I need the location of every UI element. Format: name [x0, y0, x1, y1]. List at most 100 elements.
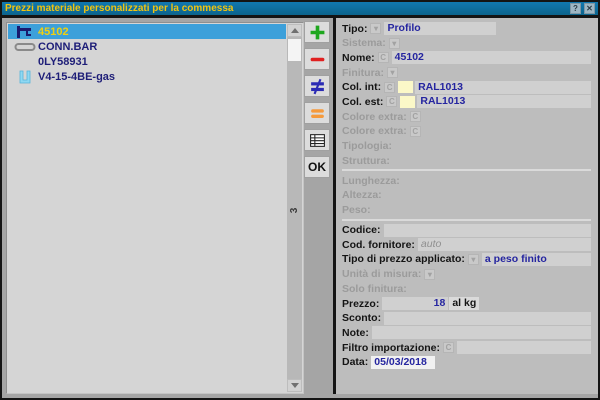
form-row-tipo: Tipo:▾Profilo: [342, 22, 591, 35]
form-row-cod-fornitore: Cod. fornitore:auto: [342, 238, 591, 251]
form-row-sconto: Sconto:: [342, 312, 591, 325]
arrow-up-icon: [291, 28, 299, 33]
table-icon: [309, 132, 326, 149]
finitura-dropdown: ▾: [387, 67, 398, 78]
col-int-swatch[interactable]: [398, 81, 413, 93]
form-row-tipologia: Tipologia:: [342, 140, 591, 153]
form-row-tipo-prezzo-applicato: Tipo di prezzo applicato:▾a peso finito: [342, 253, 591, 266]
form-row-col-int: Col. int:CRAL1013: [342, 81, 591, 94]
finitura-label: Finitura:: [342, 67, 384, 79]
minus-icon: [309, 51, 326, 68]
close-button[interactable]: ✕: [584, 3, 595, 14]
glass-channel-icon: [11, 70, 38, 84]
tipo-prezzo-applicato-field[interactable]: a peso finito: [482, 253, 591, 266]
form-row-nome: Nome:C45102: [342, 51, 591, 64]
form-row-codice: Codice:: [342, 224, 591, 237]
prezzo-unit: al kg: [449, 297, 479, 310]
form-row-note: Note:: [342, 326, 591, 339]
note-field[interactable]: [372, 326, 591, 339]
table-button[interactable]: [304, 129, 330, 151]
filtro-importazione-field[interactable]: [457, 341, 591, 354]
nome-label: Nome:: [342, 52, 375, 64]
note-label: Note:: [342, 327, 369, 339]
sconto-label: Sconto:: [342, 312, 381, 324]
dialog-body: 45102CONN.BAR0LY58931V4-15-4BE-gas 3 OK …: [2, 18, 598, 398]
ok-button[interactable]: OK: [304, 156, 330, 178]
solo-finitura-label: Solo finitura:: [342, 283, 407, 295]
list-item-label: CONN.BAR: [38, 41, 97, 53]
filtro-importazione-color-button: C: [443, 342, 454, 353]
col-est-swatch[interactable]: [400, 96, 415, 108]
scroll-down-button[interactable]: [287, 379, 302, 392]
col-int-field[interactable]: RAL1013: [415, 81, 591, 94]
scrollbar-thumb[interactable]: [288, 39, 301, 61]
compare-different-button[interactable]: [304, 75, 330, 97]
form-row-prezzo: Prezzo:18al kg: [342, 297, 591, 310]
colore-extra-1-color-button: C: [410, 111, 421, 122]
help-button[interactable]: ?: [570, 3, 581, 14]
list-item[interactable]: V4-15-4BE-gas: [8, 69, 286, 84]
colore-extra-1-label: Colore extra:: [342, 111, 407, 123]
remove-button[interactable]: [304, 48, 330, 70]
tipo-dropdown: ▾: [370, 23, 381, 34]
col-est-label: Col. est:: [342, 96, 383, 108]
list-item[interactable]: CONN.BAR: [8, 39, 286, 54]
sistema-dropdown: ▾: [389, 38, 400, 49]
list-item-label: 0LY58931: [38, 56, 88, 68]
sconto-field[interactable]: [384, 312, 591, 325]
scrollbar-track[interactable]: 3: [287, 37, 302, 379]
button-label: OK: [308, 160, 326, 174]
lunghezza-label: Lunghezza:: [342, 175, 400, 187]
data-label: Data:: [342, 356, 368, 368]
peso-label: Peso:: [342, 204, 371, 216]
plus-icon: [309, 24, 326, 41]
list-item-label: 45102: [38, 26, 69, 38]
nome-color-button: C: [378, 52, 389, 63]
col-est-color-button: C: [386, 96, 397, 107]
compare-equal-button[interactable]: [304, 102, 330, 124]
nome-field[interactable]: 45102: [392, 51, 591, 64]
form-row-unita-di-misura: Unità di misura:▾: [342, 268, 591, 281]
not-equal-icon: [309, 78, 326, 95]
dialog-window: Prezzi materiale personalizzati per la c…: [0, 0, 600, 400]
details-form: Tipo:▾ProfiloSistema:▾Nome:C45102Finitur…: [336, 18, 598, 394]
list-item[interactable]: 0LY58931: [8, 54, 286, 69]
form-row-filtro-importazione: Filtro importazione:C: [342, 341, 591, 354]
equal-icon: [309, 105, 326, 122]
tipo-field[interactable]: Profilo: [384, 22, 496, 35]
scroll-up-button[interactable]: [287, 24, 302, 37]
form-row-finitura: Finitura:▾: [342, 66, 591, 79]
form-row-sistema: Sistema:▾: [342, 37, 591, 50]
cod-fornitore-field[interactable]: auto: [418, 238, 591, 251]
tipo-prezzo-applicato-dropdown: ▾: [468, 254, 479, 265]
titlebar[interactable]: Prezzi materiale personalizzati per la c…: [2, 2, 598, 18]
altezza-label: Altezza:: [342, 189, 382, 201]
add-button[interactable]: [304, 21, 330, 43]
form-row-col-est: Col. est:C RAL1013: [342, 95, 591, 108]
list-scrollbar[interactable]: 3: [287, 24, 302, 392]
cod-fornitore-label: Cod. fornitore:: [342, 239, 415, 251]
materials-list: 45102 CONN.BAR 0LY58931 V4-15-4BE-gas 3: [6, 22, 304, 394]
data-field[interactable]: 05/03/2018: [371, 356, 435, 369]
list-item[interactable]: 45102: [8, 24, 286, 39]
tipo-label: Tipo:: [342, 23, 367, 35]
window-title: Prezzi materiale personalizzati per la c…: [5, 3, 567, 14]
filtro-importazione-label: Filtro importazione:: [342, 342, 440, 354]
list-item-label: V4-15-4BE-gas: [38, 71, 115, 83]
prezzo-label: Prezzo:: [342, 298, 379, 310]
unita-di-misura-label: Unità di misura:: [342, 268, 421, 280]
codice-field[interactable]: [384, 224, 591, 237]
form-row-peso: Peso:: [342, 204, 591, 217]
form-row-altezza: Altezza:: [342, 189, 591, 202]
form-row-data: Data:05/03/2018: [342, 356, 591, 369]
prezzo-field[interactable]: 18: [382, 297, 448, 310]
section-divider: [342, 169, 591, 171]
form-row-solo-finitura: Solo finitura:: [342, 282, 591, 295]
connector-icon: [11, 42, 38, 52]
col-int-label: Col. int:: [342, 81, 381, 93]
profile-icon: [11, 25, 38, 39]
toolbar: OK: [304, 21, 332, 183]
section-divider: [342, 219, 591, 221]
scrollbar-count: 3: [289, 203, 300, 218]
col-est-field[interactable]: RAL1013: [417, 95, 591, 108]
